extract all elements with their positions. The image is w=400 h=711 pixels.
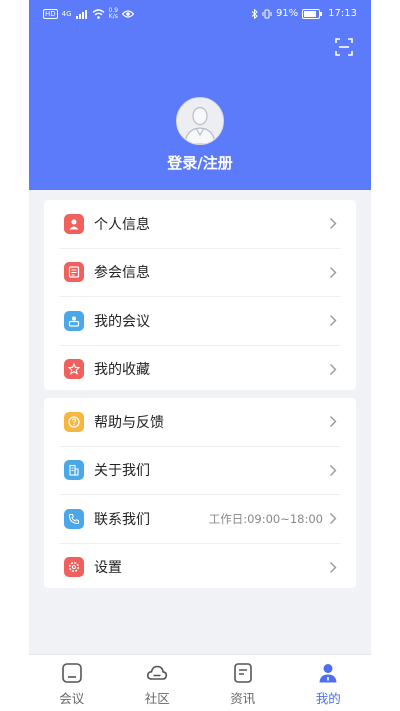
app-screen: HD 4G 0.9 K/s 91% 17:13 登录/注册 个人信息 参会信息 … bbox=[29, 0, 371, 711]
chevron-right-icon bbox=[330, 416, 337, 427]
menu-item-help-feedback[interactable]: 帮助与反馈 bbox=[59, 398, 341, 447]
menu-item-label: 帮助与反馈 bbox=[94, 414, 164, 431]
menu-card-account: 个人信息 参会信息 我的会议 我的收藏 bbox=[44, 200, 356, 390]
tab-label: 资讯 bbox=[230, 691, 256, 706]
cloud-icon bbox=[147, 665, 168, 680]
chevron-right-icon bbox=[330, 513, 337, 524]
tab-label: 会议 bbox=[59, 691, 85, 706]
network-speed: 0.9 K/s bbox=[109, 8, 119, 20]
menu-card-support: 帮助与反馈 关于我们 联系我们 工作日:09:00~18:00 设置 bbox=[44, 398, 356, 588]
home-icon bbox=[61, 663, 82, 683]
clock: 17:13 bbox=[328, 8, 357, 19]
login-register-link[interactable]: 登录/注册 bbox=[29, 152, 371, 173]
chevron-right-icon bbox=[330, 561, 337, 573]
chevron-right-icon bbox=[330, 218, 337, 229]
bluetooth-icon bbox=[251, 8, 258, 19]
user-icon bbox=[319, 664, 337, 683]
menu-item-my-meetings[interactable]: 我的会议 bbox=[59, 297, 341, 346]
hd-badge: HD bbox=[43, 9, 58, 19]
avatar[interactable] bbox=[176, 97, 224, 145]
star-icon bbox=[64, 359, 84, 380]
menu-item-contact-us[interactable]: 联系我们 工作日:09:00~18:00 bbox=[59, 495, 341, 544]
news-icon bbox=[233, 663, 252, 683]
profile-header: HD 4G 0.9 K/s 91% 17:13 登录/注册 bbox=[29, 0, 371, 190]
gear-icon bbox=[64, 557, 84, 578]
menu-item-label: 我的收藏 bbox=[94, 362, 150, 379]
menu-item-label: 关于我们 bbox=[94, 463, 150, 480]
tab-news[interactable]: 资讯 bbox=[200, 655, 286, 711]
meeting-icon bbox=[64, 310, 84, 331]
menu-item-label: 参会信息 bbox=[94, 265, 150, 282]
status-left: HD 4G 0.9 K/s bbox=[43, 8, 135, 20]
wifi-icon bbox=[92, 9, 105, 19]
menu-item-my-favorites[interactable]: 我的收藏 bbox=[59, 346, 341, 394]
status-right: 91% 17:13 bbox=[251, 8, 357, 19]
menu-item-label: 联系我们 bbox=[94, 511, 150, 528]
menu-item-attendance-info[interactable]: 参会信息 bbox=[59, 249, 341, 297]
vibrate-icon bbox=[262, 9, 272, 18]
tab-community[interactable]: 社区 bbox=[115, 655, 201, 711]
phone-icon bbox=[64, 508, 84, 529]
working-hours: 工作日:09:00~18:00 bbox=[208, 511, 323, 526]
chevron-right-icon bbox=[330, 266, 337, 278]
chevron-right-icon bbox=[330, 315, 337, 326]
bottom-tab-bar: 会议 社区 资讯 我的 bbox=[29, 654, 371, 711]
signal-icon bbox=[75, 9, 87, 19]
menu-item-about-us[interactable]: 关于我们 bbox=[59, 447, 341, 495]
tab-label: 社区 bbox=[144, 691, 170, 706]
person-icon bbox=[64, 213, 84, 234]
scan-icon[interactable] bbox=[335, 38, 353, 56]
avatar-person-icon bbox=[177, 98, 223, 144]
menu-item-personal-info[interactable]: 个人信息 bbox=[59, 200, 341, 249]
tab-mine[interactable]: 我的 bbox=[286, 655, 372, 711]
speed-unit: K/s bbox=[108, 13, 118, 20]
badge-icon bbox=[64, 262, 84, 283]
help-icon bbox=[64, 411, 84, 432]
chevron-right-icon bbox=[330, 464, 337, 476]
battery-icon bbox=[302, 8, 323, 19]
menu-item-label: 我的会议 bbox=[94, 313, 150, 330]
tab-label: 我的 bbox=[315, 691, 341, 706]
building-icon bbox=[64, 460, 84, 481]
menu-item-settings[interactable]: 设置 bbox=[59, 544, 341, 592]
menu-item-label: 设置 bbox=[94, 560, 122, 577]
menu-item-label: 个人信息 bbox=[94, 216, 150, 233]
network-type: 4G bbox=[61, 10, 72, 18]
battery-percent: 91% bbox=[275, 8, 299, 19]
eye-icon bbox=[122, 10, 135, 18]
status-bar: HD 4G 0.9 K/s 91% 17:13 bbox=[29, 0, 371, 28]
chevron-right-icon bbox=[330, 363, 337, 375]
tab-meetings[interactable]: 会议 bbox=[29, 655, 115, 711]
